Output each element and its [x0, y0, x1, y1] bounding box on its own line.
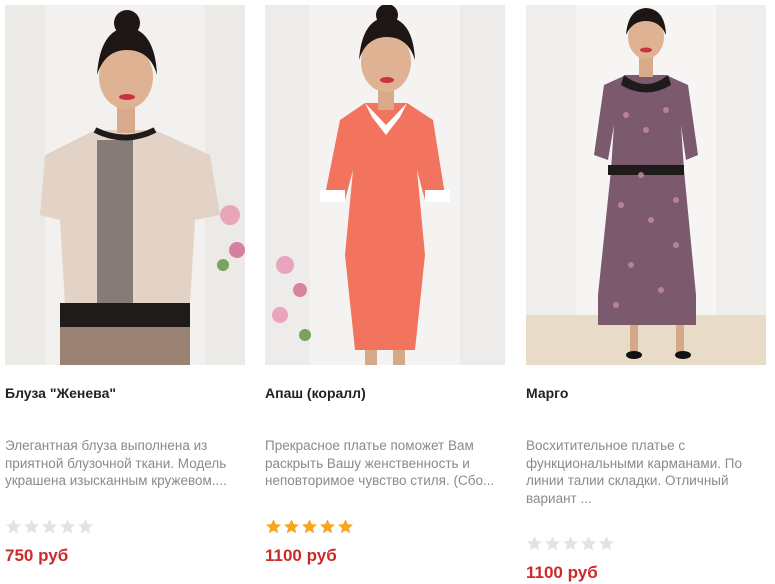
rating-stars[interactable]	[526, 535, 615, 552]
product-description: Восхитительное платье с функциональными …	[526, 438, 742, 506]
star-empty-icon[interactable]	[562, 535, 579, 552]
star-empty-icon[interactable]	[526, 535, 543, 552]
rating-stars[interactable]	[5, 518, 94, 535]
product-image[interactable]	[5, 5, 245, 365]
product-image[interactable]	[265, 5, 505, 365]
star-empty-icon[interactable]	[598, 535, 615, 552]
product-title[interactable]: Апаш (коралл)	[265, 385, 366, 401]
star-empty-icon[interactable]	[77, 518, 94, 535]
star-filled-icon[interactable]	[301, 518, 318, 535]
star-empty-icon[interactable]	[5, 518, 22, 535]
star-empty-icon[interactable]	[59, 518, 76, 535]
star-filled-icon[interactable]	[337, 518, 354, 535]
star-filled-icon[interactable]	[283, 518, 300, 535]
star-empty-icon[interactable]	[544, 535, 561, 552]
product-description: Прекрасное платье поможет Вам раскрыть В…	[265, 438, 495, 488]
product-card[interactable]: Блуза "Женева" Элегантная блуза выполнен…	[5, 5, 245, 565]
product-card[interactable]: Апаш (коралл) Прекрасное платье поможет …	[265, 5, 505, 565]
star-empty-icon[interactable]	[23, 518, 40, 535]
product-title[interactable]: Блуза "Женева"	[5, 385, 116, 401]
product-description: Элегантная блуза выполнена из приятной б…	[5, 438, 227, 488]
product-card[interactable]: Марго Восхитительное платье с функционал…	[526, 5, 766, 582]
product-title[interactable]: Марго	[526, 385, 568, 401]
star-filled-icon[interactable]	[265, 518, 282, 535]
product-image[interactable]	[526, 5, 766, 365]
product-price: 1100 руб	[265, 546, 337, 565]
product-price: 750 руб	[5, 546, 69, 565]
product-price: 1100 руб	[526, 563, 598, 582]
star-empty-icon[interactable]	[580, 535, 597, 552]
star-empty-icon[interactable]	[41, 518, 58, 535]
star-filled-icon[interactable]	[319, 518, 336, 535]
rating-stars[interactable]	[265, 518, 354, 535]
